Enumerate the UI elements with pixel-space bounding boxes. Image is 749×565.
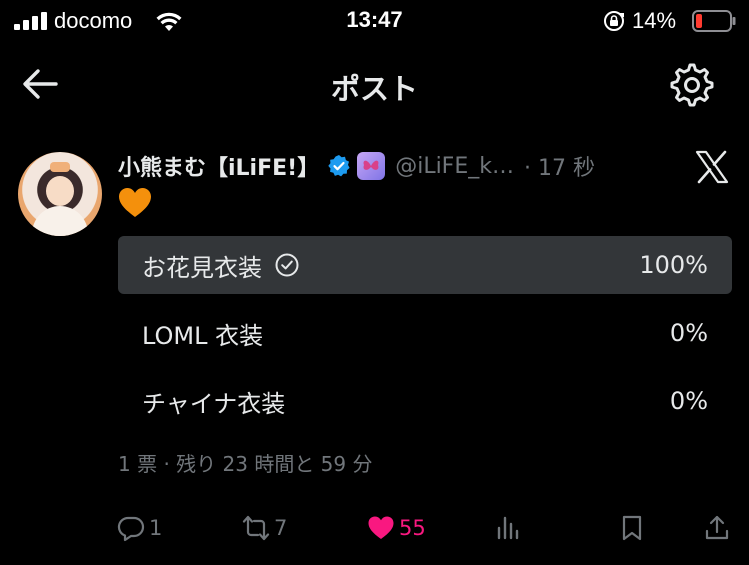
bookmark-button[interactable] — [618, 506, 646, 550]
poll-option-label: チャイナ衣装 — [142, 389, 286, 418]
poll-option-1[interactable]: お花見衣装 100% — [118, 236, 732, 294]
like-count: 55 — [399, 516, 426, 540]
analytics-bar-icon — [497, 516, 519, 540]
battery-icon — [692, 10, 736, 32]
x-logo-icon — [695, 150, 729, 184]
post-author-row: 小熊まむ【iLiFE!】 @iLiFE_k… · 17 秒 — [118, 148, 595, 184]
avatar[interactable] — [18, 152, 102, 236]
poll-option-label: LOML 衣装 — [142, 321, 264, 350]
affiliate-badge-icon[interactable] — [357, 152, 386, 180]
reply-count: 1 — [149, 516, 163, 540]
poll-option-percent: 100% — [639, 251, 708, 279]
poll-meta: 1 票 · 残り 23 時間と 59 分 — [118, 452, 373, 476]
action-bar: 1 7 55 — [0, 506, 749, 550]
poll-option-2[interactable]: LOML 衣装 0% — [118, 304, 732, 362]
heart-filled-icon — [368, 516, 394, 539]
repost-button[interactable]: 7 — [242, 506, 287, 550]
battery-percentage: 14% — [632, 8, 677, 33]
user-handle[interactable]: @iLiFE_k… — [395, 154, 514, 179]
share-button[interactable] — [703, 506, 731, 550]
page-title: ポスト — [330, 72, 418, 106]
poll-option-percent: 0% — [669, 319, 708, 347]
check-circle-icon — [275, 253, 299, 277]
views-button[interactable] — [494, 506, 522, 550]
status-bar: docomo 13:47 14% — [0, 0, 749, 44]
rotation-lock-icon — [604, 11, 624, 31]
like-button[interactable]: 55 — [367, 506, 426, 550]
bookmark-icon — [622, 515, 642, 541]
verified-badge-icon — [328, 155, 350, 177]
display-name[interactable]: 小熊まむ【iLiFE!】 — [118, 150, 319, 182]
poll-option-3[interactable]: チャイナ衣装 0% — [118, 372, 732, 430]
orange-heart-icon — [119, 188, 151, 217]
settings-gear-icon[interactable] — [669, 62, 715, 108]
poll-option-label: お花見衣装 — [142, 253, 262, 282]
reply-icon — [117, 516, 145, 542]
repost-icon — [242, 515, 270, 541]
post-timestamp[interactable]: · 17 秒 — [524, 150, 595, 182]
butterfly-icon — [363, 160, 379, 170]
poll-option-percent: 0% — [669, 387, 708, 415]
reply-button[interactable]: 1 — [117, 506, 162, 550]
share-icon — [705, 515, 729, 540]
repost-count: 7 — [274, 516, 288, 540]
navigation-header: ポスト — [0, 56, 749, 112]
